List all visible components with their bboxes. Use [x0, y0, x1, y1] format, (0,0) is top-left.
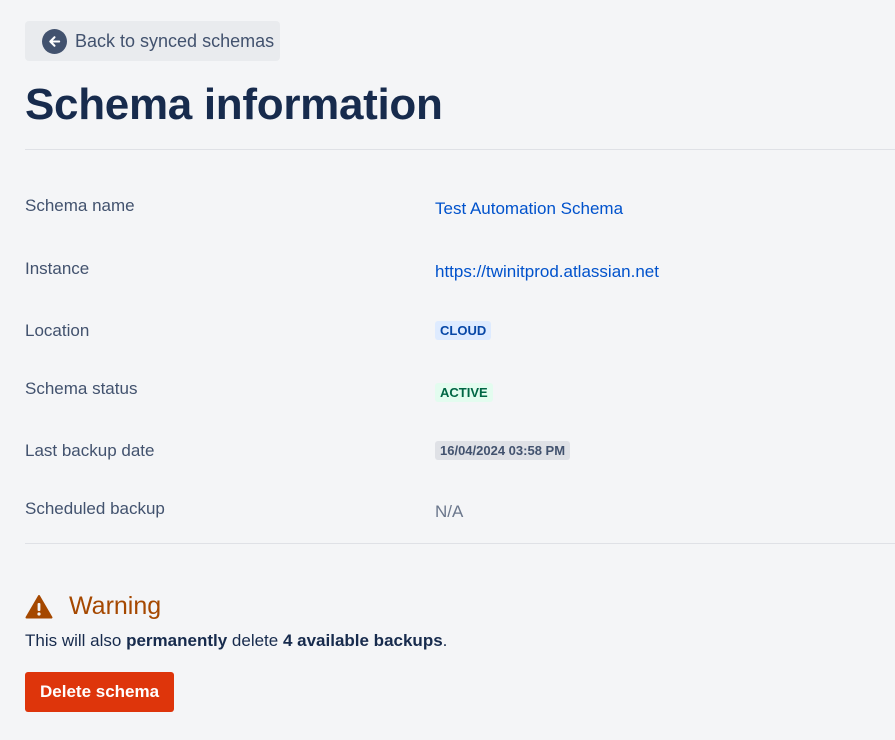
scheduled-backup-value: N/A — [435, 502, 464, 521]
schema-name-label: Schema name — [25, 196, 135, 215]
warning-title: Warning — [69, 592, 162, 620]
backup-date-lozenge: 16/04/2024 03:58 PM — [435, 441, 571, 460]
warning-text-part: delete — [227, 631, 283, 650]
location-lozenge: CLOUD — [435, 321, 492, 340]
last-backup-date-value: 16/04/2024 03:58 PM — [435, 440, 571, 460]
warning-header: Warning — [25, 592, 161, 621]
schema-status-value: ACTIVE — [435, 382, 493, 402]
schema-status-label: Schema status — [25, 379, 138, 398]
page-title: Schema information — [25, 80, 443, 129]
arrow-left-circle-icon — [42, 28, 67, 54]
schema-name-link[interactable]: Test Automation Schema — [435, 199, 623, 219]
delete-schema-button[interactable]: Delete schema — [25, 672, 175, 712]
warning-triangle-icon — [25, 594, 53, 618]
scheduled-backup-label: Scheduled backup — [25, 499, 165, 518]
back-button-label: Back to synced schemas — [75, 30, 275, 51]
last-backup-date-label: Last backup date — [25, 441, 155, 460]
location-value: CLOUD — [435, 320, 492, 340]
divider — [25, 149, 895, 150]
status-badge: ACTIVE — [435, 383, 493, 402]
warning-text-part: . — [442, 631, 448, 650]
instance-link[interactable]: https://twinitprod.atlassian.net — [435, 262, 659, 282]
instance-label: Instance — [25, 259, 90, 278]
backup-count-text: 4 available backups — [282, 631, 443, 650]
back-to-synced-schemas-button[interactable]: Back to synced schemas — [25, 21, 280, 61]
warning-text-part: This will also — [25, 631, 127, 650]
warning-message: This will also permanently delete 4 avai… — [25, 631, 447, 651]
divider — [25, 543, 895, 544]
location-label: Location — [25, 321, 90, 340]
warning-text-bold: permanently — [126, 631, 228, 650]
